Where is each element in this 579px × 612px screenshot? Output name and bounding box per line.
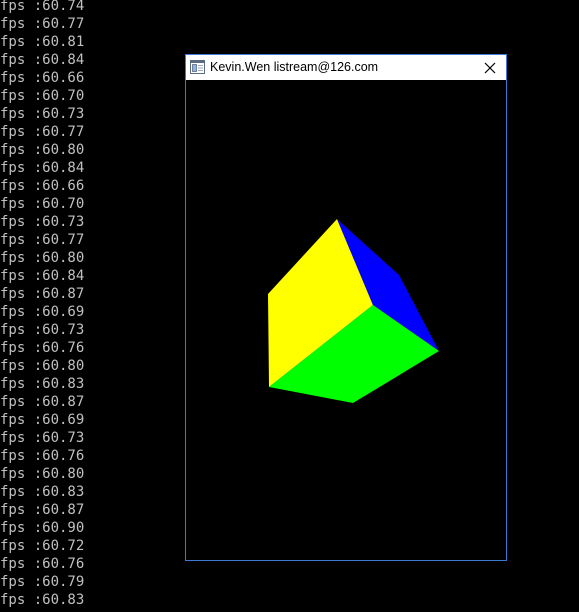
console-line: fps :60.73 (0, 430, 85, 446)
console-line: fps :60.69 (0, 412, 85, 428)
console-line: fps :60.87 (0, 394, 85, 410)
console-line: fps :60.83 (0, 484, 85, 500)
console-line: fps :60.77 (0, 232, 85, 248)
console-line: fps :60.84 (0, 160, 85, 176)
console-output: fps :60.74 fps :60.77 fps :60.81 fps :60.84… (0, 0, 84, 609)
console-line: fps :60.80 (0, 358, 85, 374)
console-line: fps :60.70 (0, 196, 85, 212)
window-title: Kevin.Wen listream@126.com (210, 60, 379, 74)
console-line: fps :60.81 (0, 34, 85, 50)
render-window[interactable]: Kevin.Wen listream@126.com (185, 54, 507, 561)
console-line: fps :60.90 (0, 520, 85, 536)
console-line: fps :60.73 (0, 106, 85, 122)
console-line: fps :60.69 (0, 304, 85, 320)
console-line: fps :60.79 (0, 574, 85, 590)
console-line: fps :60.66 (0, 178, 85, 194)
window-titlebar[interactable]: Kevin.Wen listream@126.com (186, 55, 506, 80)
console-line: fps :60.80 (0, 250, 85, 266)
console-line: fps :60.80 (0, 142, 85, 158)
console-line: fps :60.66 (0, 70, 85, 86)
close-icon (484, 62, 496, 73)
render-viewport[interactable] (186, 80, 506, 560)
console-line: fps :60.70 (0, 88, 85, 104)
console-line: fps :60.73 (0, 322, 85, 338)
console-line: fps :60.87 (0, 286, 85, 302)
console-line: fps :60.87 (0, 502, 85, 518)
console-line: fps :60.77 (0, 124, 85, 140)
console-line: fps :60.83 (0, 592, 85, 608)
console-line: fps :60.76 (0, 448, 85, 464)
console-line: fps :60.83 (0, 376, 85, 392)
close-button[interactable] (474, 55, 506, 80)
console-line: fps :60.77 (0, 16, 85, 32)
console-line: fps :60.84 (0, 268, 85, 284)
console-line: fps :60.76 (0, 340, 85, 356)
console-line: fps :60.72 (0, 538, 85, 554)
console-line: fps :60.84 (0, 52, 85, 68)
console-line: fps :60.76 (0, 556, 85, 572)
console-line: fps :60.80 (0, 466, 85, 482)
app-window-icon[interactable] (190, 60, 205, 74)
cube-scene (268, 219, 439, 403)
console-line: fps :60.73 (0, 214, 85, 230)
console-line: fps :60.74 (0, 0, 85, 14)
